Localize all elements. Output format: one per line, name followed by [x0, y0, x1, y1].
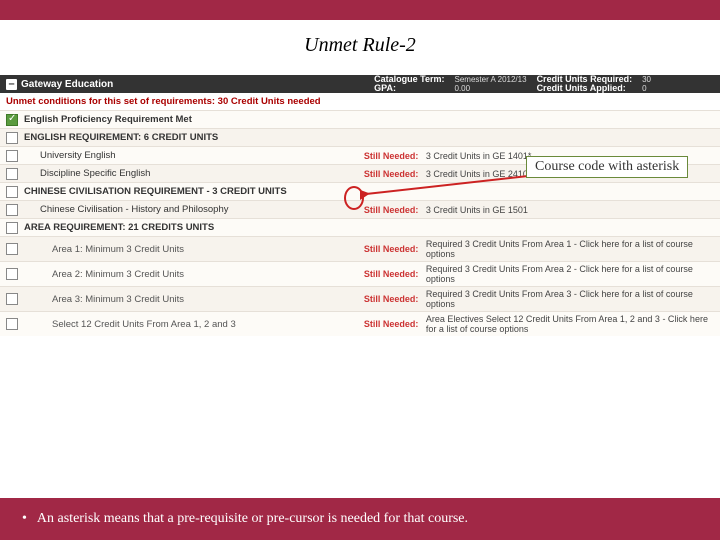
catalogue-value: Semester A 2012/13: [455, 75, 527, 84]
requirement-row: English Proficiency Requirement Met: [0, 110, 720, 128]
still-needed-label: Still Needed:: [364, 294, 426, 304]
gpa-value: 0.00: [455, 84, 527, 93]
arrow-annotation: [360, 172, 530, 202]
requirement-row: Area 2: Minimum 3 Credit UnitsStill Need…: [0, 261, 720, 286]
slide-title: Unmet Rule-2: [0, 20, 720, 75]
still-needed-label: Still Needed:: [364, 269, 426, 279]
requirement-row: AREA REQUIREMENT: 21 CREDITS UNITS: [0, 218, 720, 236]
requirement-name: Chinese Civilisation - History and Philo…: [24, 204, 364, 215]
collapse-icon[interactable]: –: [6, 79, 17, 90]
requirement-row: ENGLISH REQUIREMENT: 6 CREDIT UNITS: [0, 128, 720, 146]
still-needed-label: Still Needed:: [364, 151, 426, 161]
requirement-detail: Area Electives Select 12 Credit Units Fr…: [426, 314, 714, 334]
gpa-label: GPA:: [374, 84, 444, 93]
section-header: – Gateway Education Catalogue Term: GPA:…: [0, 75, 720, 93]
checkbox-unmet-icon: [6, 243, 18, 255]
checkbox-unmet-icon: [6, 168, 18, 180]
checkbox-unmet-icon: [6, 318, 18, 330]
applied-value: 0: [642, 84, 651, 93]
requirement-name: Select 12 Credit Units From Area 1, 2 an…: [24, 319, 364, 330]
requirement-name: Area 1: Minimum 3 Credit Units: [24, 244, 364, 255]
requirement-row: Area 3: Minimum 3 Credit UnitsStill Need…: [0, 286, 720, 311]
checkbox-met-icon: [6, 114, 18, 126]
requirement-name: CHINESE CIVILISATION REQUIREMENT - 3 CRE…: [24, 186, 364, 197]
requirement-name: Area 3: Minimum 3 Credit Units: [24, 294, 364, 305]
requirement-row: Area 1: Minimum 3 Credit UnitsStill Need…: [0, 236, 720, 261]
requirement-name: Discipline Specific English: [24, 168, 364, 179]
requirement-name: AREA REQUIREMENT: 21 CREDITS UNITS: [24, 222, 364, 233]
checkbox-unmet-icon: [6, 293, 18, 305]
requirement-row: Select 12 Credit Units From Area 1, 2 an…: [0, 311, 720, 336]
checkbox-unmet-icon: [6, 150, 18, 162]
bullet-icon: •: [22, 511, 27, 527]
applied-label: Credit Units Applied:: [537, 84, 633, 93]
requirement-detail: Required 3 Credit Units From Area 3 - Cl…: [426, 289, 714, 309]
callout-box: Course code with asterisk: [526, 156, 688, 178]
still-needed-label: Still Needed:: [364, 244, 426, 254]
footer-text: An asterisk means that a pre-requisite o…: [37, 511, 468, 527]
checkbox-unmet-icon: [6, 186, 18, 198]
footer-bar: • An asterisk means that a pre-requisite…: [0, 498, 720, 540]
required-value: 30: [642, 75, 651, 84]
checkbox-unmet-icon: [6, 222, 18, 234]
checkbox-unmet-icon: [6, 268, 18, 280]
unmet-conditions: Unmet conditions for this set of require…: [0, 93, 720, 110]
top-accent-bar: [0, 0, 720, 20]
requirement-name: Area 2: Minimum 3 Credit Units: [24, 269, 364, 280]
requirement-detail: 3 Credit Units in GE 1501: [426, 205, 714, 215]
requirement-detail: Required 3 Credit Units From Area 2 - Cl…: [426, 264, 714, 284]
requirement-detail: Required 3 Credit Units From Area 1 - Cl…: [426, 239, 714, 259]
checkbox-unmet-icon: [6, 132, 18, 144]
still-needed-label: Still Needed:: [364, 205, 426, 215]
checkbox-unmet-icon: [6, 204, 18, 216]
requirement-name: English Proficiency Requirement Met: [24, 114, 364, 125]
requirement-name: University English: [24, 150, 364, 161]
still-needed-label: Still Needed:: [364, 319, 426, 329]
section-name: Gateway Education: [21, 79, 113, 90]
requirement-name: ENGLISH REQUIREMENT: 6 CREDIT UNITS: [24, 132, 364, 143]
